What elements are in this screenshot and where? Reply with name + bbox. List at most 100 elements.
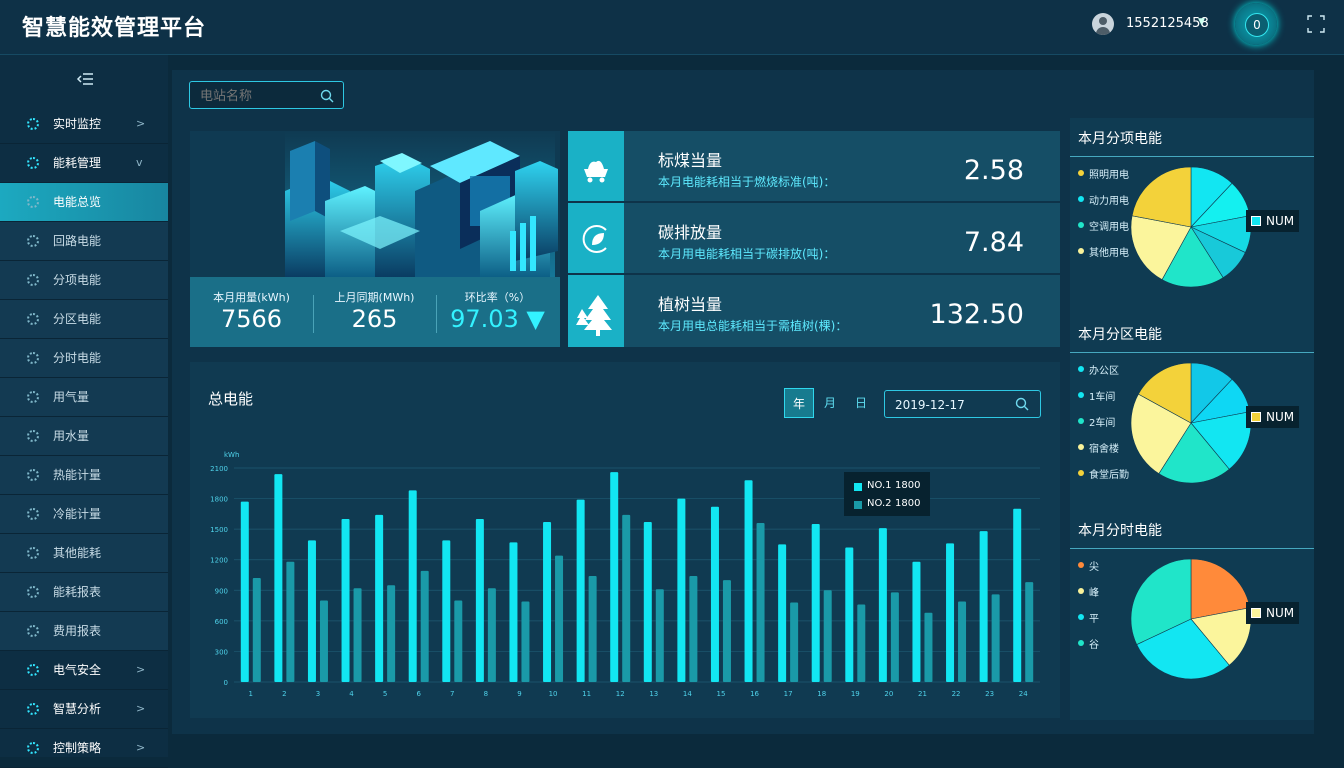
user-avatar-icon[interactable] bbox=[1092, 13, 1114, 35]
bar[interactable] bbox=[655, 589, 664, 682]
x-tick-label: 6 bbox=[416, 690, 421, 698]
bar[interactable] bbox=[677, 498, 686, 682]
sidebar-item[interactable]: 能耗报表 bbox=[0, 573, 168, 612]
bar[interactable] bbox=[744, 480, 753, 682]
bar[interactable] bbox=[710, 506, 719, 682]
metric-icon-box bbox=[568, 203, 624, 273]
bar[interactable] bbox=[274, 474, 283, 682]
caret-down-icon[interactable]: ▼ bbox=[1198, 17, 1205, 27]
bar[interactable] bbox=[857, 604, 866, 682]
bar[interactable] bbox=[991, 594, 1000, 682]
sidebar-item[interactable]: 电气安全 > bbox=[0, 651, 168, 690]
bar[interactable] bbox=[475, 518, 484, 682]
sidebar-item[interactable]: 其他能耗 bbox=[0, 534, 168, 573]
legend-label: 食堂后勤 bbox=[1089, 470, 1129, 481]
search-icon[interactable] bbox=[320, 89, 334, 103]
bar[interactable] bbox=[588, 576, 597, 682]
x-tick-label: 21 bbox=[918, 690, 927, 698]
sidebar-item[interactable]: 用气量 bbox=[0, 378, 168, 417]
bar[interactable] bbox=[689, 576, 698, 682]
sidebar-item[interactable]: 控制策略 > bbox=[0, 729, 168, 768]
tab-year[interactable]: 年 bbox=[784, 388, 814, 418]
station-search-input[interactable] bbox=[198, 82, 312, 110]
fullscreen-icon[interactable] bbox=[1306, 14, 1326, 34]
bar[interactable] bbox=[442, 540, 451, 682]
bar[interactable] bbox=[756, 523, 765, 682]
sidebar-item[interactable]: 分区电能 bbox=[0, 300, 168, 339]
bar[interactable] bbox=[778, 544, 787, 682]
gear-icon bbox=[27, 586, 39, 598]
app-header: 智慧能效管理平台 1552125458 ▼ 0 bbox=[0, 0, 1344, 55]
station-search[interactable] bbox=[189, 81, 344, 110]
pie-tag-label: NUM bbox=[1266, 410, 1295, 424]
bar[interactable] bbox=[890, 592, 899, 682]
bar[interactable] bbox=[521, 601, 530, 682]
bar[interactable] bbox=[341, 518, 350, 682]
bar[interactable] bbox=[790, 602, 799, 682]
bar[interactable] bbox=[576, 499, 585, 682]
bar[interactable] bbox=[487, 588, 496, 682]
metric-desc: 本月电能耗相当于燃烧标准(吨)： bbox=[658, 175, 836, 189]
date-picker[interactable] bbox=[884, 390, 1041, 419]
bar[interactable] bbox=[924, 612, 933, 682]
bar[interactable] bbox=[555, 555, 564, 682]
legend-dot bbox=[1078, 170, 1084, 176]
bar[interactable] bbox=[286, 561, 295, 682]
sidebar-item-label: 其他能耗 bbox=[53, 546, 102, 560]
bar[interactable] bbox=[823, 590, 832, 682]
sidebar-item[interactable]: 用水量 bbox=[0, 417, 168, 456]
search-icon[interactable] bbox=[1015, 397, 1029, 411]
sidebar-item[interactable]: 分项电能 bbox=[0, 261, 168, 300]
gear-icon bbox=[27, 118, 39, 130]
sidebar-item[interactable]: 能耗管理 v bbox=[0, 144, 168, 183]
bar[interactable] bbox=[387, 585, 396, 682]
date-input[interactable] bbox=[893, 391, 1007, 419]
bar[interactable] bbox=[722, 580, 731, 682]
bar[interactable] bbox=[958, 601, 967, 682]
bar[interactable] bbox=[979, 531, 988, 682]
chart-tooltip: NO.1 1800 NO.2 1800 bbox=[844, 472, 930, 516]
bar[interactable] bbox=[878, 528, 887, 682]
notification-button[interactable]: 0 bbox=[1235, 3, 1277, 45]
bar[interactable] bbox=[252, 578, 261, 682]
gear-icon bbox=[27, 391, 39, 403]
tab-day[interactable]: 日 bbox=[846, 388, 876, 418]
coal-cart-icon bbox=[584, 160, 608, 183]
bar[interactable] bbox=[610, 472, 619, 682]
bar[interactable] bbox=[240, 501, 249, 682]
sidebar-item[interactable]: 智慧分析 > bbox=[0, 690, 168, 729]
bar[interactable] bbox=[912, 561, 921, 682]
sidebar-item[interactable]: 回路电能 bbox=[0, 222, 168, 261]
bar[interactable] bbox=[353, 588, 362, 682]
bar[interactable] bbox=[375, 514, 384, 682]
menu-collapse-icon[interactable] bbox=[76, 71, 94, 87]
sidebar-item[interactable]: 实时监控 > bbox=[0, 105, 168, 144]
stat-label: 上月同期(MWh) bbox=[334, 291, 415, 304]
bar[interactable] bbox=[1013, 508, 1022, 682]
tooltip-row: NO.2 1800 bbox=[854, 498, 930, 514]
bar[interactable] bbox=[307, 540, 316, 682]
bar[interactable] bbox=[811, 524, 820, 682]
sidebar-item[interactable]: 电能总览 bbox=[0, 183, 168, 222]
bar[interactable] bbox=[946, 543, 955, 682]
legend-dot bbox=[1078, 196, 1084, 202]
metric-carbon: 碳排放量 本月用电能耗相当于碳排放(吨)： 7.84 bbox=[568, 203, 1060, 275]
sidebar-item[interactable]: 费用报表 bbox=[0, 612, 168, 651]
sidebar-item[interactable]: 热能计量 bbox=[0, 456, 168, 495]
bar[interactable] bbox=[1025, 582, 1034, 682]
bar[interactable] bbox=[509, 542, 518, 682]
sidebar-item[interactable]: 分时电能 bbox=[0, 339, 168, 378]
metric-desc: 本月用电总能耗相当于需植树(棵)： bbox=[658, 319, 848, 333]
pie-section: 本月分项电能 照明用电 动力用电 空调用电 其他用电 NUM bbox=[1070, 118, 1314, 314]
bar[interactable] bbox=[408, 490, 417, 682]
tab-month[interactable]: 月 bbox=[815, 388, 845, 418]
bar[interactable] bbox=[845, 547, 854, 682]
bar[interactable] bbox=[420, 570, 429, 682]
bar[interactable] bbox=[643, 522, 652, 682]
sidebar-item[interactable]: 冷能计量 bbox=[0, 495, 168, 534]
username[interactable]: 1552125458 bbox=[1126, 16, 1209, 31]
bar[interactable] bbox=[454, 600, 463, 682]
bar[interactable] bbox=[543, 522, 552, 682]
bar[interactable] bbox=[319, 600, 328, 682]
bar[interactable] bbox=[622, 514, 631, 682]
